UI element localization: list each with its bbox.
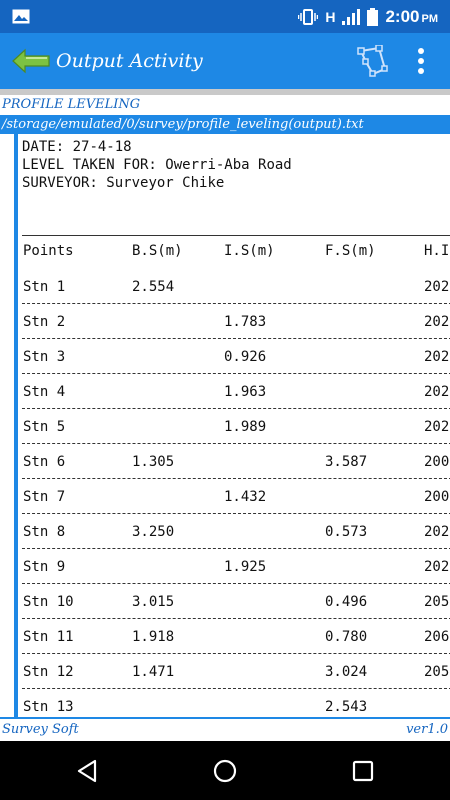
- cell-hi: 200: [424, 489, 450, 505]
- row-separator: [22, 478, 450, 479]
- cell-point: Stn 4: [23, 384, 66, 400]
- app-bar: Output Activity: [0, 33, 450, 89]
- col-header-bs: B.S(m): [132, 243, 183, 259]
- cell-point: Stn 10: [23, 594, 74, 610]
- cell-bs: 3.250: [132, 524, 175, 540]
- row-separator: [22, 653, 450, 654]
- nav-recents-icon[interactable]: [352, 760, 374, 782]
- cell-is: 1.432: [224, 489, 267, 505]
- status-bar: H 2:00 PM: [0, 0, 450, 33]
- row-separator: [22, 548, 450, 549]
- cell-bs: 1.918: [132, 629, 175, 645]
- cell-hi: 202: [424, 524, 450, 540]
- vibrate-icon: [298, 8, 319, 25]
- row-separator: [22, 583, 450, 584]
- battery-icon: [367, 7, 379, 26]
- back-arrow-icon[interactable]: [12, 48, 50, 74]
- cell-point: Stn 12: [23, 664, 74, 680]
- polygon-shape-icon[interactable]: [356, 45, 388, 77]
- cell-is: 0.926: [224, 349, 267, 365]
- table-top-rule: [22, 235, 450, 236]
- cell-point: Stn 13: [23, 699, 74, 715]
- surveyor-line: SURVEYOR: Surveyor Chike: [22, 175, 225, 191]
- cell-bs: 1.305: [132, 454, 175, 470]
- profile-title: PROFILE LEVELING: [2, 97, 141, 112]
- navigation-bar: [0, 741, 450, 800]
- cell-point: Stn 1: [23, 279, 66, 295]
- cell-point: Stn 6: [23, 454, 66, 470]
- cell-point: Stn 9: [23, 559, 66, 575]
- footer-brand: Survey Soft: [2, 722, 79, 737]
- cell-bs: 2.554: [132, 279, 175, 295]
- row-separator: [22, 618, 450, 619]
- cell-fs: 0.780: [325, 629, 368, 645]
- row-separator: [22, 513, 450, 514]
- cell-is: 1.989: [224, 419, 267, 435]
- col-header-is: I.S(m): [224, 243, 275, 259]
- cell-point: Stn 11: [23, 629, 74, 645]
- nav-home-icon[interactable]: [213, 759, 237, 783]
- cell-fs: 2.543: [325, 699, 368, 715]
- cell-hi: 202: [424, 279, 450, 295]
- cell-is: 1.783: [224, 314, 267, 330]
- cell-point: Stn 2: [23, 314, 66, 330]
- row-separator: [22, 443, 450, 444]
- cell-hi: 200: [424, 454, 450, 470]
- cell-bs: 1.471: [132, 664, 175, 680]
- signal-icon: [342, 8, 361, 25]
- more-options-icon[interactable]: [410, 45, 432, 77]
- document-margin-rule: [14, 134, 18, 717]
- cell-hi: 206: [424, 629, 450, 645]
- app-title: Output Activity: [56, 50, 203, 72]
- cell-hi: 205: [424, 664, 450, 680]
- cell-fs: 0.573: [325, 524, 368, 540]
- cell-fs: 3.587: [325, 454, 368, 470]
- level-line: LEVEL TAKEN FOR: Owerri-Aba Road: [22, 157, 292, 173]
- output-document[interactable]: DATE: 27-4-18 LEVEL TAKEN FOR: Owerri-Ab…: [0, 134, 450, 717]
- nav-back-icon[interactable]: [76, 759, 98, 783]
- footer-version: ver1.0: [406, 722, 448, 737]
- cell-hi: 202: [424, 384, 450, 400]
- row-separator: [22, 408, 450, 409]
- date-line: DATE: 27-4-18: [22, 139, 132, 155]
- footer: Survey Soft ver1.0: [0, 717, 450, 741]
- cell-hi: 202: [424, 349, 450, 365]
- cell-is: 1.925: [224, 559, 267, 575]
- col-header-points: Points: [23, 243, 74, 259]
- cell-hi: 202: [424, 314, 450, 330]
- row-separator: [22, 338, 450, 339]
- image-notification-icon: [12, 9, 30, 24]
- network-type: H: [325, 8, 336, 25]
- row-separator: [22, 303, 450, 304]
- cell-fs: 3.024: [325, 664, 368, 680]
- cell-is: 1.963: [224, 384, 267, 400]
- col-header-fs: F.S(m): [325, 243, 376, 259]
- cell-point: Stn 8: [23, 524, 66, 540]
- cell-bs: 3.015: [132, 594, 175, 610]
- document-body: DATE: 27-4-18 LEVEL TAKEN FOR: Owerri-Ab…: [22, 134, 450, 717]
- cell-fs: 0.496: [325, 594, 368, 610]
- cell-point: Stn 5: [23, 419, 66, 435]
- status-clock: 2:00 PM: [385, 6, 438, 26]
- cell-hi: 205: [424, 594, 450, 610]
- row-separator: [22, 688, 450, 689]
- row-separator: [22, 373, 450, 374]
- col-header-hi: H.I: [424, 243, 450, 259]
- cell-point: Stn 7: [23, 489, 66, 505]
- cell-point: Stn 3: [23, 349, 66, 365]
- file-path: /storage/emulated/0/survey/profile_level…: [0, 115, 450, 134]
- cell-hi: 202: [424, 559, 450, 575]
- cell-hi: 202: [424, 419, 450, 435]
